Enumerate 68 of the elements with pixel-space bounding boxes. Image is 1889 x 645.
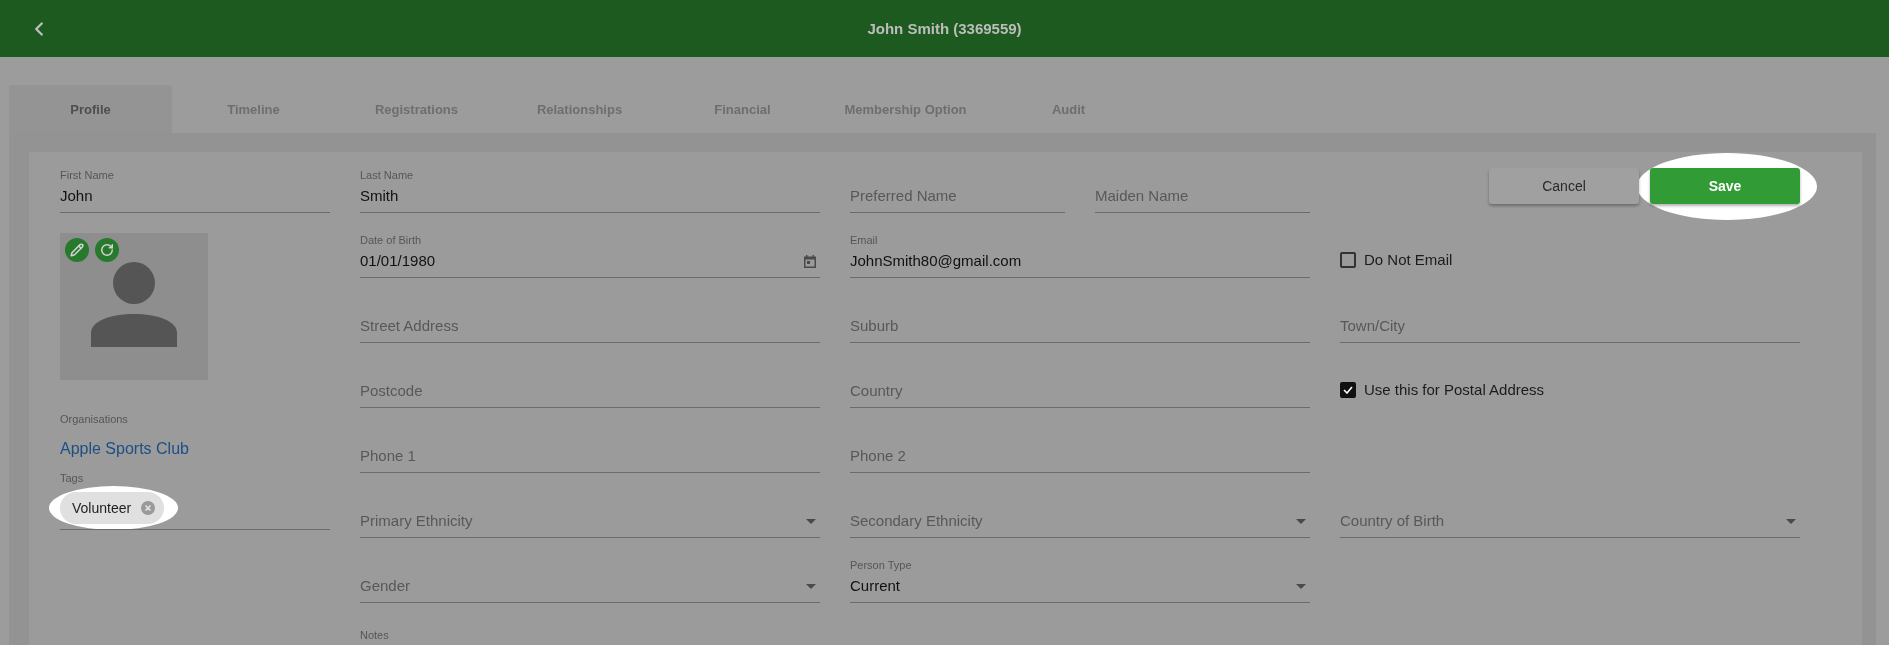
dropdown-field[interactable]: Country of Birth: [1340, 490, 1800, 538]
field-value: 01/01/1980: [360, 251, 436, 271]
checkbox-label: Do Not Email: [1364, 250, 1453, 270]
save-button[interactable]: Save: [1650, 168, 1800, 204]
field-label: Street Address: [360, 316, 459, 336]
tags-field[interactable]: Volunteer: [49, 485, 330, 530]
caret-icon: [1786, 518, 1796, 524]
tab[interactable]: Profile: [9, 85, 172, 133]
text-field[interactable]: First Name John: [60, 165, 330, 213]
caret-icon: [806, 518, 816, 524]
pencil-icon: [70, 243, 84, 257]
dropdown-field[interactable]: Person Type Current: [850, 555, 1310, 603]
text-field[interactable]: Street Address: [360, 295, 820, 343]
dropdown-field[interactable]: Primary Ethnicity: [360, 490, 820, 538]
text-field[interactable]: Postcode: [360, 360, 820, 408]
caret-icon: [1296, 583, 1306, 589]
field-value: JohnSmith80@gmail.com: [850, 251, 1022, 271]
field-label: Phone 2: [850, 446, 906, 466]
field-value: Current: [850, 576, 901, 596]
page-title: John Smith (3369559): [867, 20, 1022, 37]
text-field[interactable]: Phone 2: [850, 425, 1310, 473]
check-icon: [1343, 386, 1353, 394]
caret-icon: [1296, 518, 1306, 524]
field-label: Email: [850, 234, 878, 247]
person-icon: [91, 261, 177, 347]
text-field[interactable]: Phone 1: [360, 425, 820, 473]
text-field[interactable]: Suburb: [850, 295, 1310, 343]
checkbox[interactable]: [1340, 382, 1356, 398]
text-field[interactable]: Last Name Smith: [360, 165, 820, 213]
refresh-icon: [100, 243, 114, 257]
field-label: Person Type: [850, 559, 912, 572]
text-field[interactable]: Email JohnSmith80@gmail.com: [850, 230, 1310, 278]
section-label: Tags: [60, 472, 84, 485]
caret-icon: [806, 583, 816, 589]
text-field[interactable]: Town/City: [1340, 295, 1800, 343]
field-label: Preferred Name: [850, 186, 957, 206]
field-label: Primary Ethnicity: [360, 511, 473, 531]
field-label: Gender: [360, 576, 411, 596]
dropdown-field[interactable]: Gender: [360, 555, 820, 603]
dropdown-field[interactable]: Secondary Ethnicity: [850, 490, 1310, 538]
field-label: Town/City: [1340, 316, 1406, 336]
field-label: Postcode: [360, 381, 423, 401]
field-label: Last Name: [360, 169, 414, 182]
field-value: Smith: [360, 186, 399, 206]
cancel-button[interactable]: Cancel: [1489, 168, 1639, 204]
tag-chip[interactable]: Volunteer: [60, 492, 165, 524]
refresh-button[interactable]: [95, 238, 119, 262]
text-field[interactable]: Preferred Name: [850, 165, 1065, 213]
field-label: Notes: [360, 629, 389, 642]
field-value: John: [60, 186, 93, 206]
text-field[interactable]: Country: [850, 360, 1310, 408]
checkbox[interactable]: [1340, 252, 1356, 268]
organisation-link[interactable]: Apple Sports Club: [60, 439, 189, 459]
date-field[interactable]: Date of Birth 01/01/1980: [360, 230, 820, 278]
text-field[interactable]: Maiden Name: [1095, 165, 1310, 213]
checkbox-label: Use this for Postal Address: [1364, 380, 1545, 400]
edit-button[interactable]: [65, 238, 89, 262]
field-label: Country: [850, 381, 903, 401]
calendar-icon[interactable]: [804, 254, 816, 268]
section-label: Organisations: [60, 413, 128, 426]
field-label: Phone 1: [360, 446, 416, 466]
field-label: Date of Birth: [360, 234, 422, 247]
field-label: Maiden Name: [1095, 186, 1189, 206]
field-label: Secondary Ethnicity: [850, 511, 983, 531]
close-icon[interactable]: [141, 501, 156, 515]
field-label: Suburb: [850, 316, 899, 336]
field-label: First Name: [60, 169, 114, 182]
field-label: Country of Birth: [1340, 511, 1445, 531]
